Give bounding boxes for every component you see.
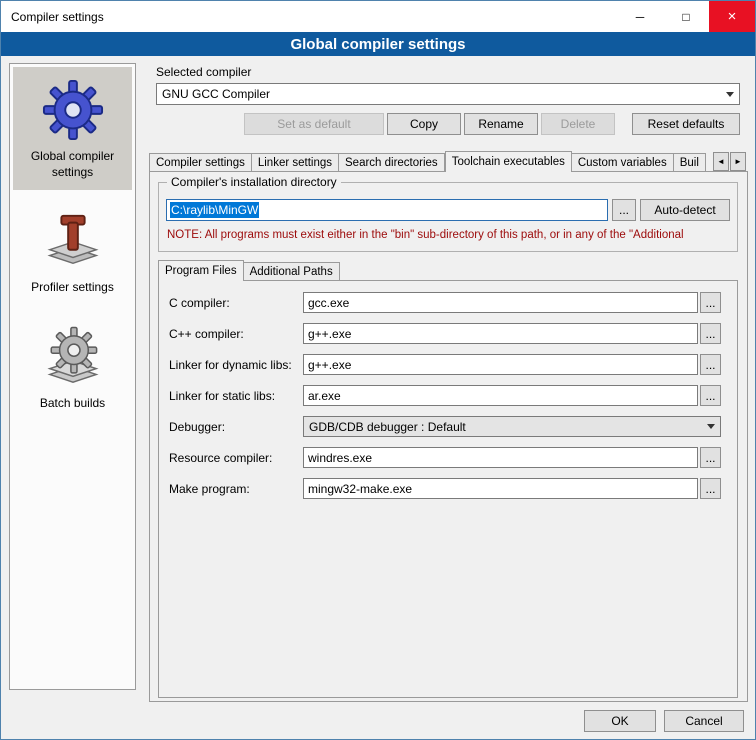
titlebar: Compiler settings ─ □ × bbox=[1, 1, 755, 32]
sidebar-item-label: Global compiler settings bbox=[15, 149, 130, 180]
installation-directory-group: Compiler's installation directory C:\ray… bbox=[158, 182, 738, 252]
reset-defaults-button[interactable]: Reset defaults bbox=[632, 113, 740, 135]
cancel-button[interactable]: Cancel bbox=[664, 710, 744, 732]
settings-category-list: Global compiler settings Profiler settin… bbox=[9, 63, 136, 690]
rename-button[interactable]: Rename bbox=[464, 113, 538, 135]
copy-button[interactable]: Copy bbox=[387, 113, 461, 135]
debugger-row: Debugger: GDB/CDB debugger : Default bbox=[169, 416, 721, 437]
program-tabs: Program Files Additional Paths bbox=[158, 260, 340, 281]
sidebar-item-global-compiler-settings[interactable]: Global compiler settings bbox=[13, 67, 132, 190]
static-linker-row: Linker for static libs: ... bbox=[169, 385, 721, 406]
maximize-icon: □ bbox=[682, 10, 689, 24]
window-controls: ─ □ × bbox=[617, 1, 755, 32]
installation-directory-browse-button[interactable]: ... bbox=[612, 199, 636, 221]
arrow-left-icon: ◄ bbox=[717, 157, 725, 166]
close-button[interactable]: × bbox=[709, 1, 755, 32]
profiler-tool-icon bbox=[42, 210, 104, 272]
make-program-browse-button[interactable]: ... bbox=[700, 478, 721, 499]
tab-toolchain-executables[interactable]: Toolchain executables bbox=[445, 151, 572, 172]
resource-compiler-row: Resource compiler: ... bbox=[169, 447, 721, 468]
dynamic-linker-browse-button[interactable]: ... bbox=[700, 354, 721, 375]
tab-scroll-controls: ◄ ► bbox=[713, 152, 746, 171]
tab-custom-variables[interactable]: Custom variables bbox=[572, 153, 674, 172]
sidebar-item-label: Batch builds bbox=[40, 396, 105, 412]
debugger-select[interactable]: GDB/CDB debugger : Default bbox=[303, 416, 721, 437]
chevron-down-icon bbox=[721, 84, 739, 104]
static-linker-browse-button[interactable]: ... bbox=[700, 385, 721, 406]
tab-scroll-left-button[interactable]: ◄ bbox=[713, 152, 729, 171]
tab-scroll-right-button[interactable]: ► bbox=[730, 152, 746, 171]
blue-gear-icon bbox=[42, 79, 104, 141]
resource-compiler-input[interactable] bbox=[303, 447, 698, 468]
dynamic-linker-label: Linker for dynamic libs: bbox=[169, 358, 303, 372]
main-panel: Selected compiler GNU GCC Compiler Set a… bbox=[146, 56, 748, 740]
installation-directory-label: Compiler's installation directory bbox=[167, 175, 341, 189]
dynamic-linker-row: Linker for dynamic libs: ... bbox=[169, 354, 721, 375]
page-title: Global compiler settings bbox=[1, 32, 755, 56]
auto-detect-button[interactable]: Auto-detect bbox=[640, 199, 730, 221]
sidebar-item-batch-builds[interactable]: Batch builds bbox=[13, 314, 132, 422]
delete-button[interactable]: Delete bbox=[541, 113, 615, 135]
arrow-right-icon: ► bbox=[734, 157, 742, 166]
make-program-row: Make program: ... bbox=[169, 478, 721, 499]
set-as-default-button[interactable]: Set as default bbox=[244, 113, 384, 135]
compiler-select[interactable]: GNU GCC Compiler bbox=[156, 83, 740, 105]
tab-additional-paths[interactable]: Additional Paths bbox=[244, 262, 340, 281]
installation-directory-input[interactable]: C:\raylib\MinGW bbox=[166, 199, 608, 221]
static-linker-input[interactable] bbox=[303, 385, 698, 406]
sidebar-item-label: Profiler settings bbox=[31, 280, 114, 296]
debugger-label: Debugger: bbox=[169, 420, 303, 434]
maximize-button[interactable]: □ bbox=[663, 1, 709, 32]
compiler-actions: Set as default Copy Rename Delete Reset … bbox=[244, 113, 740, 135]
resource-compiler-browse-button[interactable]: ... bbox=[700, 447, 721, 468]
selected-compiler-label: Selected compiler bbox=[156, 65, 251, 79]
bin-subdirectory-note: NOTE: All programs must exist either in … bbox=[167, 229, 743, 241]
c-compiler-row: C compiler: ... bbox=[169, 292, 721, 313]
tab-search-directories[interactable]: Search directories bbox=[339, 153, 445, 172]
compiler-select-value: GNU GCC Compiler bbox=[162, 87, 270, 101]
ok-button[interactable]: OK bbox=[584, 710, 656, 732]
minimize-button[interactable]: ─ bbox=[617, 1, 663, 32]
make-program-label: Make program: bbox=[169, 482, 303, 496]
cpp-compiler-input[interactable] bbox=[303, 323, 698, 344]
tab-build-options[interactable]: Buil bbox=[674, 153, 706, 172]
compiler-settings-dialog: Compiler settings ─ □ × Global compiler … bbox=[0, 0, 756, 740]
installation-directory-value: C:\raylib\MinGW bbox=[170, 202, 259, 218]
gray-gear-stack-icon bbox=[42, 326, 104, 388]
program-files-panel: C compiler: ... C++ compiler: ... Linker… bbox=[158, 280, 738, 698]
debugger-select-value: GDB/CDB debugger : Default bbox=[309, 420, 466, 434]
dynamic-linker-input[interactable] bbox=[303, 354, 698, 375]
tab-compiler-settings[interactable]: Compiler settings bbox=[149, 153, 252, 172]
cpp-compiler-label: C++ compiler: bbox=[169, 327, 303, 341]
close-icon: × bbox=[728, 8, 737, 25]
c-compiler-input[interactable] bbox=[303, 292, 698, 313]
minimize-icon: ─ bbox=[636, 10, 645, 24]
settings-tabs: Compiler settings Linker settings Search… bbox=[149, 151, 711, 172]
c-compiler-browse-button[interactable]: ... bbox=[700, 292, 721, 313]
installation-directory-row: C:\raylib\MinGW ... Auto-detect bbox=[166, 199, 730, 221]
sidebar-item-profiler-settings[interactable]: Profiler settings bbox=[13, 198, 132, 306]
toolchain-executables-panel: Compiler's installation directory C:\ray… bbox=[149, 171, 748, 702]
cpp-compiler-row: C++ compiler: ... bbox=[169, 323, 721, 344]
dialog-body: Global compiler settings Profiler settin… bbox=[1, 56, 755, 740]
window-title: Compiler settings bbox=[11, 10, 104, 24]
c-compiler-label: C compiler: bbox=[169, 296, 303, 310]
dialog-actions: OK Cancel bbox=[584, 710, 744, 732]
cpp-compiler-browse-button[interactable]: ... bbox=[700, 323, 721, 344]
make-program-input[interactable] bbox=[303, 478, 698, 499]
static-linker-label: Linker for static libs: bbox=[169, 389, 303, 403]
tab-program-files[interactable]: Program Files bbox=[158, 260, 244, 281]
tab-linker-settings[interactable]: Linker settings bbox=[252, 153, 339, 172]
chevron-down-icon bbox=[702, 417, 720, 436]
resource-compiler-label: Resource compiler: bbox=[169, 451, 303, 465]
